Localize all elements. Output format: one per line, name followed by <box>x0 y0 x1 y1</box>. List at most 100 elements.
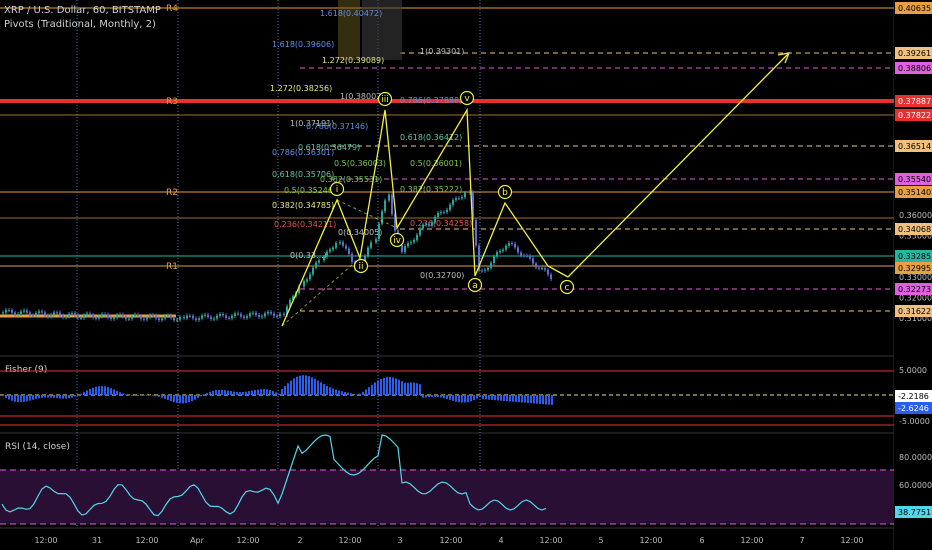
fisher-bar <box>518 395 520 403</box>
wave-label: i <box>336 185 339 195</box>
price-badge-label: 0.36514 <box>898 142 931 151</box>
candle <box>475 220 477 246</box>
fisher-bar <box>164 395 166 399</box>
candle <box>384 200 386 212</box>
candle <box>86 313 88 316</box>
fisher-bar <box>284 386 286 395</box>
chart-legend: XRP / U.S. Dollar, 60, BITSTAMP Pivots (… <box>4 4 161 32</box>
fisher-bar <box>335 389 337 395</box>
fisher-bar <box>293 378 295 395</box>
candle <box>401 245 403 253</box>
candle <box>95 317 97 319</box>
candle <box>339 242 341 244</box>
candle <box>270 311 272 314</box>
pivots-indicator-title[interactable]: Pivots (Traditional, Monthly, 2) <box>4 18 161 32</box>
fisher-bar <box>488 395 490 400</box>
candle <box>176 319 178 321</box>
candle <box>26 310 28 313</box>
fisher-bar <box>365 389 367 395</box>
candle <box>410 242 412 244</box>
candle <box>481 270 483 272</box>
fisher-bar <box>551 395 553 405</box>
candle <box>264 313 266 317</box>
wave-guide <box>281 257 361 327</box>
fisher-bar <box>332 388 334 395</box>
fisher-bar <box>50 395 52 398</box>
fisher-bar <box>380 378 382 395</box>
fisher-bar <box>476 395 478 399</box>
fisher-bar <box>539 395 541 404</box>
candle <box>332 247 334 250</box>
fisher-bar <box>512 395 514 402</box>
fisher-bar <box>140 395 142 396</box>
fisher-bar <box>455 395 457 402</box>
fisher-bar <box>383 377 385 395</box>
candle <box>529 255 531 259</box>
price-badge-label: 0.40635 <box>898 4 931 13</box>
fisher-bar <box>101 386 103 395</box>
fisher-bar <box>149 395 151 396</box>
candle <box>535 263 537 268</box>
candle <box>404 246 406 253</box>
fisher-bar <box>41 395 43 398</box>
candle <box>89 313 91 315</box>
candle <box>370 242 372 248</box>
candle <box>431 222 433 226</box>
fisher-bar <box>236 391 238 395</box>
pivot-label: R2 <box>166 188 178 198</box>
candle <box>428 223 430 226</box>
price-chart[interactable]: R4 R3 R2 R1 1.618(0.39606) 1.272(0.39089) 1.27… <box>0 0 932 550</box>
symbol-title[interactable]: XRP / U.S. Dollar, 60, BITSTAMP <box>4 4 161 18</box>
time-axis-label: 12:00 <box>338 536 361 545</box>
fisher-bar <box>62 395 64 399</box>
candle <box>532 258 534 264</box>
candle <box>523 255 525 257</box>
fisher-bar <box>239 392 241 395</box>
candle <box>309 274 311 280</box>
fisher-bar <box>296 376 298 395</box>
wave-label: c <box>565 283 570 293</box>
fisher-bar <box>113 389 115 395</box>
fisher-bar <box>461 395 463 403</box>
candle <box>228 317 230 319</box>
candle <box>391 194 393 215</box>
time-axis-label: 3 <box>397 536 402 545</box>
candle <box>312 267 314 275</box>
fisher-bar <box>308 376 310 395</box>
candle <box>128 318 130 320</box>
candle <box>98 316 100 319</box>
time-axis-label: 12:00 <box>639 536 662 545</box>
fib-label: 1.618(0.39606) <box>272 40 334 49</box>
fisher-bar <box>326 385 328 395</box>
chart-root: R4 R3 R2 R1 1.618(0.39606) 1.272(0.39089) 1.27… <box>0 0 932 550</box>
candle <box>464 192 466 198</box>
candle <box>107 314 109 318</box>
fisher-bar <box>449 395 451 400</box>
fisher-bar <box>197 395 199 399</box>
fisher-bar <box>227 390 229 395</box>
candle <box>511 243 513 245</box>
fisher-bar <box>506 395 508 402</box>
fisher-bar <box>248 391 250 395</box>
fisher-bar <box>80 393 82 395</box>
fib-label: 0.786(0.37146) <box>306 122 368 131</box>
time-axis-label: 12:00 <box>34 536 57 545</box>
price-badge-label: 0.35140 <box>898 188 931 197</box>
time-axis-label: 12:00 <box>135 536 158 545</box>
candle <box>110 317 112 319</box>
candle <box>201 315 203 319</box>
fisher-bar <box>107 387 109 395</box>
fib-label: 1.618(0.40472) <box>320 9 382 18</box>
fisher-bar <box>92 387 94 395</box>
candle <box>367 247 369 256</box>
candle <box>526 255 528 257</box>
fisher-bar <box>428 395 430 398</box>
candle <box>149 315 151 318</box>
candle <box>318 260 320 263</box>
fib-label: 0.5(0.36001) <box>410 159 462 168</box>
candle <box>152 315 154 317</box>
fisher-bar <box>374 382 376 395</box>
fisher-bar <box>434 395 436 397</box>
fisher-bar <box>23 395 25 402</box>
wave-label: a <box>472 281 478 291</box>
